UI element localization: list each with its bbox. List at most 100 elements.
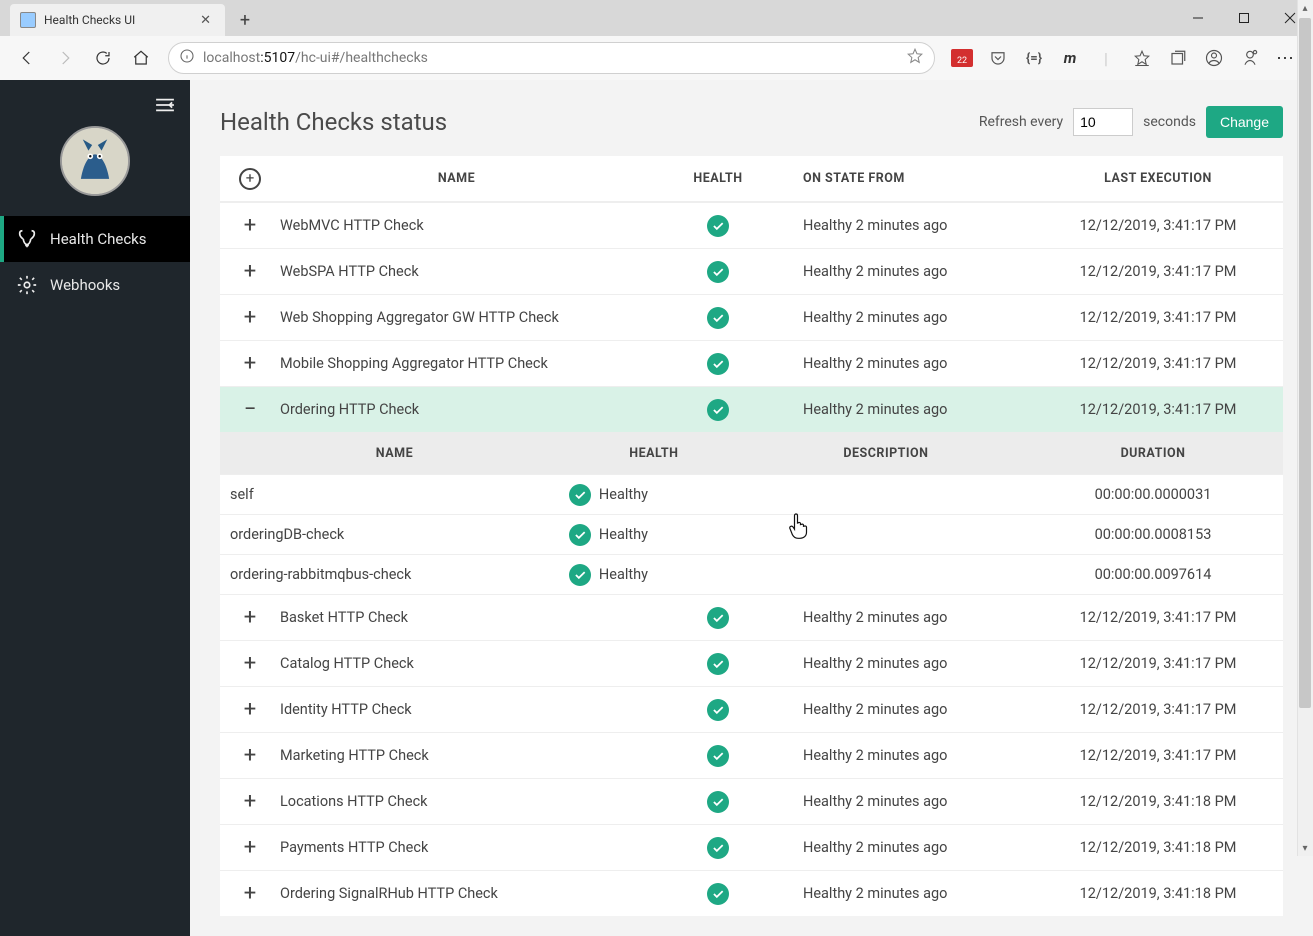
expand-icon[interactable]: + <box>239 607 261 629</box>
m-extension-icon[interactable]: m <box>1053 41 1087 75</box>
refresh-interval-input[interactable] <box>1073 108 1133 136</box>
expand-icon[interactable]: + <box>239 883 261 905</box>
sidebar-toggle-button[interactable] <box>0 80 190 120</box>
table-row[interactable]: +Marketing HTTP CheckHealthy 2 minutes a… <box>220 732 1283 778</box>
scrollbar[interactable]: ▴ ▾ <box>1297 0 1313 856</box>
table-row[interactable]: +Identity HTTP CheckHealthy 2 minutes ag… <box>220 686 1283 732</box>
expand-icon[interactable]: + <box>239 791 261 813</box>
toolbar-separator: | <box>1089 41 1123 75</box>
sub-row-name: orderingDB-check <box>220 526 559 543</box>
favorite-icon[interactable] <box>906 47 924 69</box>
sub-table-row: orderingDB-check Healthy00:00:00.0008153 <box>220 514 1283 554</box>
new-tab-button[interactable]: + <box>230 5 260 35</box>
row-health <box>633 399 803 421</box>
back-button[interactable] <box>10 41 44 75</box>
check-icon <box>707 215 729 237</box>
row-state: Healthy 2 minutes ago <box>803 401 1033 418</box>
feedback-icon[interactable] <box>1233 41 1267 75</box>
sidebar-icon <box>16 274 38 296</box>
table-row[interactable]: +WebSPA HTTP CheckHealthy 2 minutes ago1… <box>220 248 1283 294</box>
table-row[interactable]: +WebMVC HTTP CheckHealthy 2 minutes ago1… <box>220 202 1283 248</box>
pocket-icon[interactable] <box>981 41 1015 75</box>
sub-row-duration: 00:00:00.0008153 <box>1023 526 1283 543</box>
row-state: Healthy 2 minutes ago <box>803 839 1033 856</box>
row-health <box>633 607 803 629</box>
table-row[interactable]: +Locations HTTP CheckHealthy 2 minutes a… <box>220 778 1283 824</box>
check-icon <box>707 353 729 375</box>
sub-table-row: self Healthy00:00:00.0000031 <box>220 474 1283 514</box>
expand-icon[interactable]: + <box>239 353 261 375</box>
table-row[interactable]: −Ordering HTTP CheckHealthy 2 minutes ag… <box>220 386 1283 432</box>
check-icon <box>707 607 729 629</box>
sidebar-item-webhooks[interactable]: Webhooks <box>0 262 190 308</box>
collections-icon[interactable] <box>1161 41 1195 75</box>
sub-table-header: NAMEHEALTHDESCRIPTIONDURATION <box>220 432 1283 474</box>
sub-table-row: ordering-rabbitmqbus-check Healthy00:00:… <box>220 554 1283 594</box>
favorites-icon[interactable] <box>1125 41 1159 75</box>
maximize-button[interactable] <box>1221 2 1267 34</box>
address-bar[interactable]: localhost:5107/hc-ui#/healthchecks <box>168 42 935 74</box>
sidebar: Health ChecksWebhooks <box>0 80 190 936</box>
row-exec: 12/12/2019, 3:41:17 PM <box>1033 217 1283 234</box>
home-button[interactable] <box>124 41 158 75</box>
row-exec: 12/12/2019, 3:41:17 PM <box>1033 309 1283 326</box>
sidebar-item-health-checks[interactable]: Health Checks <box>0 216 190 262</box>
profile-icon[interactable] <box>1197 41 1231 75</box>
tab-favicon-icon <box>20 12 36 28</box>
table-row[interactable]: +Catalog HTTP CheckHealthy 2 minutes ago… <box>220 640 1283 686</box>
table-header: + NAME HEALTH ON STATE FROM LAST EXECUTI… <box>220 156 1283 202</box>
row-health <box>633 307 803 329</box>
scroll-up-icon[interactable]: ▴ <box>1297 0 1313 16</box>
expand-all-button[interactable]: + <box>239 168 261 190</box>
browser-toolbar: localhost:5107/hc-ui#/healthchecks 22 {=… <box>0 36 1313 80</box>
table-row[interactable]: +Web Shopping Aggregator GW HTTP CheckHe… <box>220 294 1283 340</box>
forward-button[interactable] <box>48 41 82 75</box>
sub-row-name: ordering-rabbitmqbus-check <box>220 566 559 583</box>
braces-extension-icon[interactable]: {=} <box>1017 41 1051 75</box>
check-icon <box>707 399 729 421</box>
expand-icon[interactable]: + <box>239 745 261 767</box>
table-row[interactable]: + Ordering SignalRHub HTTP Check Healthy 2… <box>220 870 1283 916</box>
app-body: Health ChecksWebhooks Health Checks stat… <box>0 80 1313 936</box>
expand-icon[interactable]: + <box>239 261 261 283</box>
calendar-extension-icon[interactable]: 22 <box>945 41 979 75</box>
row-health <box>633 791 803 813</box>
page-title: Health Checks status <box>220 108 979 136</box>
col-state-header: ON STATE FROM <box>803 171 1033 186</box>
browser-tab[interactable]: Health Checks UI ✕ <box>10 4 225 36</box>
row-health <box>633 353 803 375</box>
expand-icon[interactable]: + <box>239 653 261 675</box>
expand-icon[interactable]: + <box>239 215 261 237</box>
sub-row-health: Healthy <box>559 484 749 506</box>
change-button[interactable]: Change <box>1206 106 1283 138</box>
check-icon <box>707 791 729 813</box>
table-row[interactable]: + Mobile Shopping Aggregator HTTP Check He… <box>220 340 1283 386</box>
expand-icon[interactable]: + <box>239 699 261 721</box>
minimize-button[interactable] <box>1175 2 1221 34</box>
row-exec: 12/12/2019, 3:41:17 PM <box>1033 401 1283 418</box>
info-icon[interactable] <box>179 48 195 68</box>
refresh-label: Refresh every <box>979 114 1063 130</box>
row-name: Identity HTTP Check <box>280 701 633 718</box>
sub-row-health: Healthy <box>559 564 749 586</box>
check-icon <box>707 261 729 283</box>
table-row[interactable]: + Payments HTTP Check Healthy 2 minutes ag… <box>220 824 1283 870</box>
row-name: Mobile Shopping Aggregator HTTP Check <box>280 355 633 372</box>
page-header: Health Checks status Refresh every secon… <box>220 106 1283 138</box>
scrollbar-thumb[interactable] <box>1299 18 1311 708</box>
reload-button[interactable] <box>86 41 120 75</box>
check-icon <box>707 883 729 905</box>
close-tab-icon[interactable]: ✕ <box>200 13 211 28</box>
row-name: Ordering SignalRHub HTTP Check <box>280 885 633 902</box>
expand-icon[interactable]: + <box>239 837 261 859</box>
table-row[interactable]: +Basket HTTP CheckHealthy 2 minutes ago1… <box>220 594 1283 640</box>
row-name: Payments HTTP Check <box>280 839 633 856</box>
row-health <box>633 653 803 675</box>
row-state: Healthy 2 minutes ago <box>803 355 1033 372</box>
scroll-down-icon[interactable]: ▾ <box>1297 840 1313 856</box>
titlebar: Health Checks UI ✕ + <box>0 0 1313 36</box>
sidebar-icon <box>16 228 38 250</box>
expand-icon[interactable]: + <box>239 307 261 329</box>
collapse-icon[interactable]: − <box>239 399 261 421</box>
row-state: Healthy 2 minutes ago <box>803 885 1033 902</box>
